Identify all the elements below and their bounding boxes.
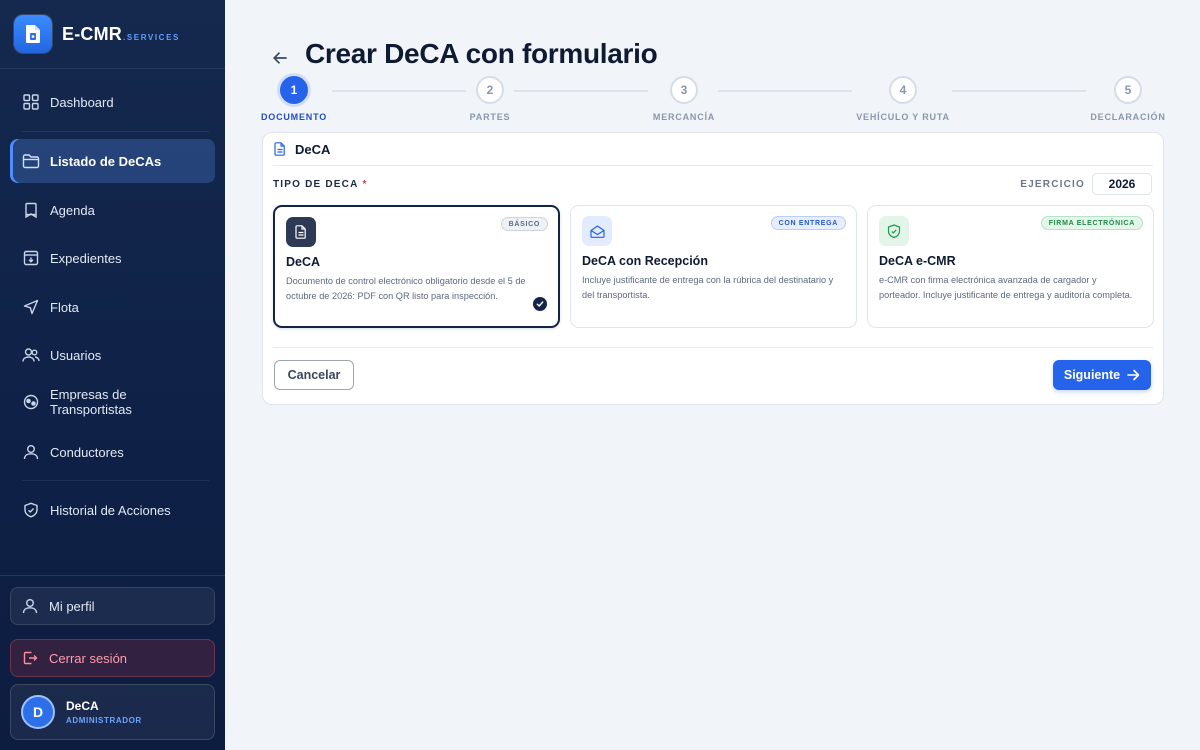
card-header: DeCA: [273, 133, 1153, 166]
option-deca-recepcion[interactable]: CON ENTREGA DeCA con Recepción Incluye j…: [570, 205, 857, 328]
sidebar-item-label: Historial de Acciones: [50, 502, 171, 518]
sidebar-item-expedientes[interactable]: Expedientes: [10, 236, 215, 280]
option-deca[interactable]: BÁSICO DeCA Documento de control electró…: [273, 205, 560, 328]
sidebar-item-label: Empresas de Transportistas: [50, 387, 132, 417]
step-label: MERCANCÍA: [652, 112, 716, 122]
sidebar-item-label: Flota: [50, 299, 79, 315]
cancel-button[interactable]: Cancelar: [274, 360, 354, 390]
brand[interactable]: E-CMR .SERVICES: [0, 0, 225, 69]
step-label: VEHÍCULO Y RUTA: [856, 112, 950, 122]
next-button-label: Siguiente: [1063, 368, 1121, 382]
grid-icon: [22, 93, 40, 111]
step-number: 5: [1114, 76, 1142, 104]
divider: [22, 131, 209, 132]
step-mercancia[interactable]: 3 MERCANCÍA: [629, 76, 739, 122]
step-vehiculo-ruta[interactable]: 4 VEHÍCULO Y RUTA: [848, 76, 958, 122]
back-button[interactable]: [268, 46, 292, 70]
ejercicio-field[interactable]: 2026: [1092, 173, 1152, 195]
step-number: 1: [280, 76, 308, 104]
step-number: 2: [476, 76, 504, 104]
document-icon: [274, 142, 288, 156]
step-number: 4: [889, 76, 917, 104]
user-icon: [22, 443, 40, 461]
sidebar-item-usuarios[interactable]: Usuarios: [10, 333, 215, 377]
arrow-left-icon: [272, 50, 288, 66]
step-label: PARTES: [469, 112, 511, 122]
shield-icon: [22, 501, 40, 519]
required-mark: *: [362, 179, 368, 190]
divider: [22, 480, 209, 481]
shield-check-icon: [879, 216, 909, 246]
sidebar: E-CMR .SERVICES Dashboard Listado de DeC…: [0, 0, 225, 750]
option-badge: FIRMA ELECTRÓNICA: [1040, 216, 1143, 230]
user-role: ADMINISTRADOR: [66, 716, 142, 725]
folder-icon: [22, 152, 40, 170]
sidebar-item-label: Agenda: [50, 202, 95, 218]
option-title: DeCA e-CMR: [879, 254, 956, 268]
sidebar-item-empresas-transportistas[interactable]: Empresas de Transportistas: [10, 380, 215, 424]
section-title: DeCA: [295, 141, 331, 157]
step-number: 3: [670, 76, 698, 104]
globe-icon: [22, 393, 40, 411]
profile-button[interactable]: Mi perfil: [10, 587, 215, 625]
avatar: D: [21, 695, 55, 729]
stepper: 1 DOCUMENTO 2 PARTES 3 MERCANCÍA 4 VEHÍC…: [261, 76, 1165, 126]
users-icon: [22, 346, 40, 364]
step-connector: [952, 90, 1086, 92]
logout-label: Cerrar sesión: [49, 650, 128, 666]
option-description: Documento de control electrónico obligat…: [286, 276, 526, 301]
sidebar-item-label: Conductores: [50, 444, 124, 460]
step-partes[interactable]: 2 PARTES: [435, 76, 545, 122]
option-title: DeCA: [286, 255, 321, 269]
option-description: Incluye justificante de entrega con la r…: [582, 275, 834, 300]
archive-icon: [22, 249, 40, 267]
sidebar-item-label: Dashboard: [50, 94, 114, 110]
next-button[interactable]: Siguiente: [1053, 360, 1151, 390]
step-label: DOCUMENTO: [260, 112, 328, 122]
page-title: Crear DeCA con formulario: [305, 38, 658, 69]
tipo-deca-label: TIPO DE DECA *: [273, 179, 368, 190]
option-deca-ecmr[interactable]: FIRMA ELECTRÓNICA DeCA e-CMR e-CMR con f…: [867, 205, 1154, 328]
mail-icon: [582, 216, 612, 246]
step-documento[interactable]: 1 DOCUMENTO: [239, 76, 349, 122]
sidebar-footer: Mi perfil Cerrar sesión D DeCA ADMINISTR…: [0, 575, 225, 740]
profile-label: Mi perfil: [49, 598, 95, 614]
logo-icon: [14, 15, 52, 53]
step-declaracion[interactable]: 5 DECLARACIÓN: [1073, 76, 1183, 122]
brand-name: E-CMR: [62, 23, 122, 44]
deca-form-card: DeCA TIPO DE DECA * EJERCICIO 2026 BÁSICO…: [262, 132, 1164, 405]
user-icon: [21, 597, 39, 615]
divider: [273, 347, 1153, 348]
navigation-icon: [22, 298, 40, 316]
check-icon: [533, 297, 547, 311]
option-badge: CON ENTREGA: [770, 216, 846, 230]
sidebar-item-conductores[interactable]: Conductores: [10, 430, 215, 474]
sidebar-item-dashboard[interactable]: Dashboard: [10, 80, 215, 124]
tipo-label-text: TIPO DE DECA: [273, 179, 359, 190]
logout-button[interactable]: Cerrar sesión: [10, 639, 215, 677]
sidebar-item-flota[interactable]: Flota: [10, 285, 215, 329]
option-description: e-CMR con firma electrónica avanzada de …: [879, 275, 1133, 300]
sidebar-item-historial-acciones[interactable]: Historial de Acciones: [10, 488, 215, 532]
arrow-right-icon: [1127, 369, 1140, 381]
option-title: DeCA con Recepción: [582, 254, 708, 268]
document-icon: [286, 217, 316, 247]
option-badge: BÁSICO: [500, 217, 548, 231]
sidebar-item-label: Usuarios: [50, 347, 102, 363]
sidebar-item-label: Expedientes: [50, 250, 122, 266]
sidebar-item-listado-decas[interactable]: Listado de DeCAs: [10, 139, 215, 183]
step-label: DECLARACIÓN: [1090, 112, 1166, 122]
user-name: DeCA: [66, 699, 99, 713]
logout-icon: [21, 649, 39, 667]
brand-suffix: .SERVICES: [123, 33, 180, 42]
bookmark-icon: [22, 201, 40, 219]
sidebar-item-agenda[interactable]: Agenda: [10, 188, 215, 232]
sidebar-item-label: Listado de DeCAs: [50, 153, 162, 169]
user-card[interactable]: D DeCA ADMINISTRADOR: [10, 684, 215, 740]
ejercicio-label: EJERCICIO: [1020, 179, 1085, 190]
